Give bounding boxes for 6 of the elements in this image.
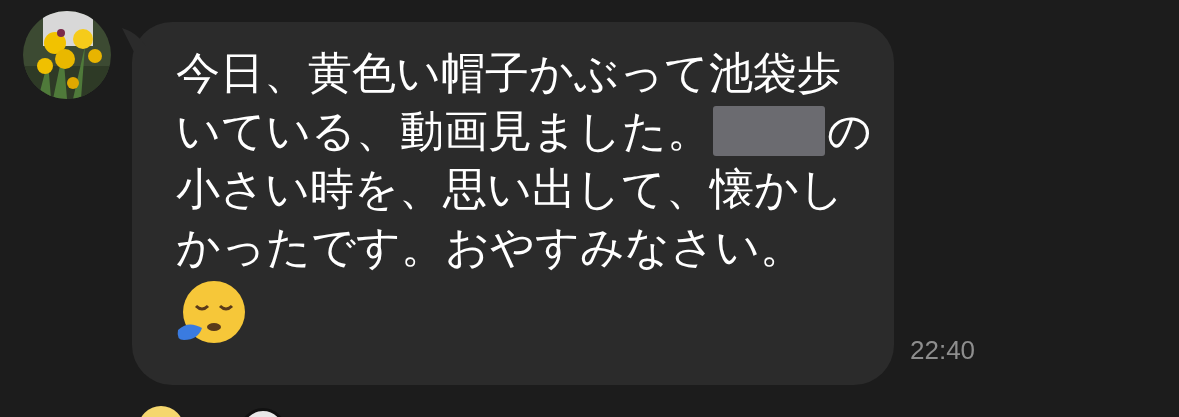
message-text: 今日、黄色い帽子かぶって池袋歩 — [176, 47, 841, 99]
message-text: 小さい時を、思い出して、懐かし — [176, 163, 844, 215]
message-text: かったです。おやすみなさい。 — [176, 221, 804, 273]
message-text: いている、動画見ました。 — [176, 105, 711, 157]
timestamp: 22:40 — [910, 337, 976, 363]
message-text: の — [827, 105, 872, 157]
